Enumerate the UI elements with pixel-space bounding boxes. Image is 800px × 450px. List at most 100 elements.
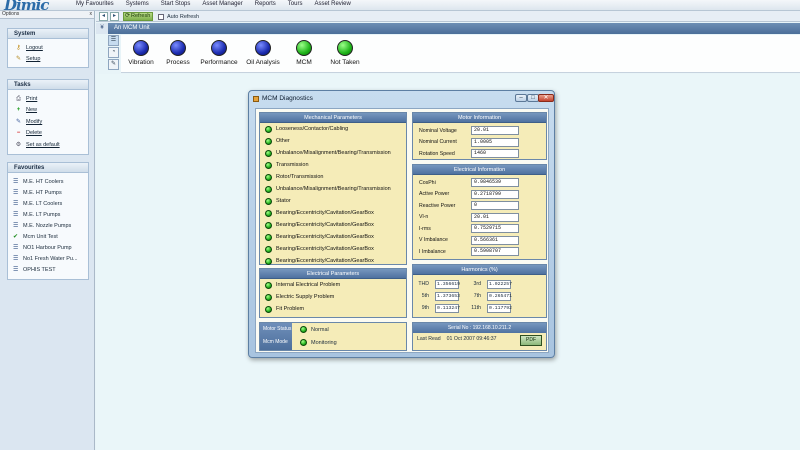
system-group-title[interactable]: System	[8, 29, 88, 39]
favourite-item[interactable]: ☰ NO1 Harbour Pump	[8, 242, 88, 253]
list-icon: ☰	[13, 266, 19, 273]
status-led	[300, 326, 307, 333]
favourite-item[interactable]: ☰ M.E. HT Coolers	[8, 176, 88, 187]
pdf-label: PDF	[526, 337, 536, 343]
pdf-button[interactable]: PDF	[520, 335, 542, 346]
delete-icon: −	[16, 130, 21, 137]
favourite-item[interactable]: ✔ Mcm Unit Test	[8, 231, 88, 242]
minimize-button[interactable]: –	[515, 94, 527, 102]
menu-item-systems[interactable]: Systems	[126, 0, 149, 10]
status-led	[265, 305, 272, 313]
menu-item-tours[interactable]: Tours	[288, 0, 303, 10]
new-link[interactable]: + New	[8, 105, 88, 117]
harmonics-row: THD 1.356619 3rd 1.022257	[413, 278, 546, 290]
favourites-group-title[interactable]: Favourites	[8, 163, 88, 173]
param-row: Bearing/Eccentricity/Cavitation/GearBox	[260, 243, 406, 255]
logout-link[interactable]: ⚷ Logout	[8, 42, 88, 54]
print-link[interactable]: ⎙ Print	[8, 93, 88, 105]
status-led	[265, 125, 272, 133]
auto-refresh-checkbox[interactable]	[158, 13, 164, 20]
favourites-group: Favourites ☰ M.E. HT Coolers ☰ M.E. HT Pum…	[7, 162, 89, 280]
forward-button[interactable]: ▸	[110, 12, 119, 21]
motor-status-text: Normal	[311, 326, 329, 333]
status-led	[265, 257, 272, 265]
motor-info-row: Rotation Speed 1460	[413, 148, 546, 160]
harmonics-row: 5th 1.373653 7th 0.265471	[413, 290, 546, 302]
field-label: Nominal Voltage	[419, 127, 457, 134]
modify-link[interactable]: ✎ Modify	[8, 116, 88, 128]
status-not-taken[interactable]: Not Taken	[315, 40, 375, 66]
back-button[interactable]: ◂	[99, 12, 108, 21]
param-row: Other	[260, 135, 406, 147]
dialog-title-bar[interactable]: MCM Diagnostics	[253, 93, 313, 105]
menu-item-my-favourites[interactable]: My Favourites	[76, 0, 114, 10]
status-led	[337, 40, 353, 56]
system-group: System ⚷ Logout ✎ Setup	[7, 28, 89, 68]
menu-item-asset-manager[interactable]: Asset Manager	[202, 0, 242, 10]
field-label: Active Power	[419, 191, 450, 198]
field-value: 20.01	[471, 212, 519, 222]
options-label: Options	[2, 11, 20, 17]
field-value: 0.7529715	[471, 224, 519, 234]
tasks-group-title[interactable]: Tasks	[8, 80, 88, 90]
status-led	[265, 173, 272, 181]
refresh-label: Refresh	[131, 13, 151, 19]
mechanical-parameters-title: Mechanical Parameters	[260, 113, 406, 123]
delete-label: Delete	[26, 130, 42, 137]
unit-collapse-toggle[interactable]: ¥	[96, 23, 108, 34]
param-row: Unbalance/Misalignment/Bearing/Transmiss…	[260, 183, 406, 195]
param-row: Transmission	[260, 159, 406, 171]
field-value: 20.01	[471, 126, 519, 136]
mcm-diagnostics-dialog: MCM Diagnostics – □ ✕ Mechanical Paramet…	[248, 90, 555, 358]
param-label: Bearing/Eccentricity/Cavitation/GearBox	[276, 246, 374, 252]
field-value: 0.2718799	[471, 189, 519, 199]
param-row: Rotor/Transmission	[260, 171, 406, 183]
param-label: Bearing/Eccentricity/Cavitation/GearBox	[276, 210, 374, 216]
motor-status-panel: Motor Status Mcm Mode Normal Monitoring	[259, 322, 407, 351]
param-row: Bearing/Eccentricity/Cavitation/GearBox	[260, 231, 406, 243]
last-read-row: Last Read 01 Oct 2007 09:46:37	[417, 336, 497, 342]
new-label: New	[26, 107, 38, 114]
status-led	[265, 149, 272, 157]
menu-item-reports[interactable]: Reports	[255, 0, 276, 10]
menu-item-start-stops[interactable]: Start Stops	[161, 0, 191, 10]
field-label: I Imbalance	[419, 248, 446, 255]
param-label: Electric Supply Problem	[276, 294, 335, 300]
motor-info-row: Nominal Current 1.0005	[413, 137, 546, 149]
delete-link[interactable]: − Delete	[8, 128, 88, 140]
motor-information-panel: Motor Information Nominal Voltage 20.01 N…	[412, 112, 547, 160]
motor-status-label: Motor Status	[263, 326, 292, 332]
close-icon[interactable]: x	[90, 11, 93, 18]
refresh-button[interactable]: ⟳ Refresh	[123, 12, 153, 21]
status-led	[265, 197, 272, 205]
unit-title: An MCM Unit	[114, 25, 150, 31]
favourite-item[interactable]: ☰ OPHIS TEST	[8, 264, 88, 275]
minimize-icon: –	[519, 95, 523, 101]
harmonic-value: 1.022257	[487, 279, 513, 289]
auto-refresh-toggle[interactable]: Auto Refresh	[158, 12, 199, 21]
set-as-default-link[interactable]: ⚙ Set as default	[8, 139, 88, 151]
favourite-item[interactable]: ☰ M.E. Nozzle Pumps	[8, 220, 88, 231]
status-led	[300, 339, 307, 346]
favourite-item[interactable]: ☰ M.E. HT Pumps	[8, 187, 88, 198]
top-menu-bar: Dimic My Favourites Systems Start Stops …	[0, 0, 800, 14]
favourite-label: M.E. LT Pumps	[23, 211, 61, 218]
harmonic-label: 9th	[421, 305, 429, 311]
field-label: CosPhi	[419, 179, 436, 186]
field-value: 0.566361	[471, 235, 519, 245]
close-button[interactable]: ✕	[538, 94, 554, 102]
setup-link[interactable]: ✎ Setup	[8, 54, 88, 66]
arrow-left-icon: ◂	[101, 13, 105, 19]
list-icon: ☰	[13, 244, 19, 251]
menu-item-asset-review[interactable]: Asset Review	[314, 0, 350, 10]
electrical-information-panel: Electrical Information CosPhi 0.9846539 A…	[412, 164, 547, 260]
param-label: Bearing/Eccentricity/Cavitation/GearBox	[276, 234, 374, 240]
param-row: Electric Supply Problem	[260, 291, 406, 303]
status-led	[265, 209, 272, 217]
favourite-item[interactable]: ☰ M.E. LT Pumps	[8, 209, 88, 220]
favourite-label: OPHIS TEST	[23, 266, 56, 273]
favourite-item[interactable]: ☰ M.E. LT Coolers	[8, 198, 88, 209]
param-label: Bearing/Eccentricity/Cavitation/GearBox	[276, 258, 374, 264]
last-read-label: Last Read	[417, 336, 441, 342]
favourite-item[interactable]: ☰ No1 Fresh Water Pu...	[8, 253, 88, 264]
